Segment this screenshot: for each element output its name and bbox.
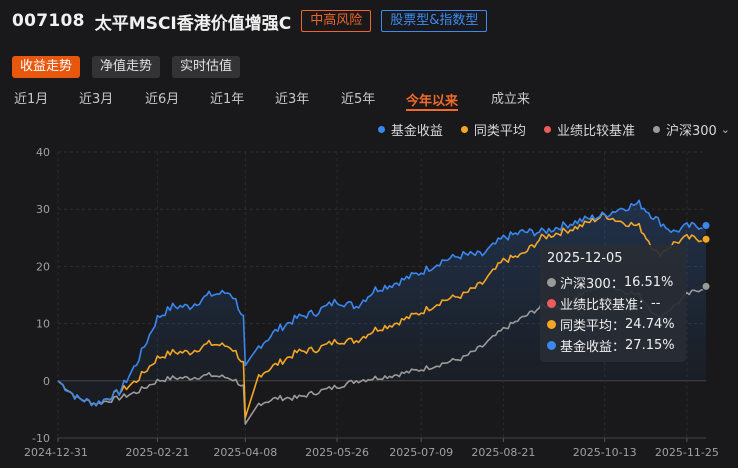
- y-tick-label: 30: [36, 203, 50, 216]
- fund-return-end-point: [701, 221, 711, 231]
- period-tab-3y[interactable]: 近3年: [275, 90, 341, 112]
- fund-title-row: 007108 太平MSCI香港价值增强C 中高风险 股票型&指数型: [12, 8, 497, 34]
- tooltip-label: 业绩比较基准: [560, 298, 639, 313]
- period-tab-5y[interactable]: 近5年: [341, 90, 406, 112]
- legend-dot: [377, 126, 385, 133]
- csi300-end-point: [701, 281, 711, 291]
- fund-code: 007108: [12, 11, 85, 31]
- x-tick-label: 2025-07-09: [389, 446, 453, 459]
- x-tick-label: 2025-05-26: [305, 446, 369, 459]
- period-tab-ytd[interactable]: 今年以来: [406, 94, 458, 109]
- tooltip-dot: [547, 320, 556, 329]
- legend-label: 基金收益: [390, 124, 443, 139]
- tab-returns-trend[interactable]: 收益走势: [12, 56, 81, 78]
- tooltip-row-category-average: 同类平均： 24.74%: [547, 314, 678, 335]
- period-tabs: 近1月 近3月 近6月 近1年 近3年 近5年 今年以来 成立来: [14, 90, 530, 112]
- period-tab-1m[interactable]: 近1月: [14, 90, 79, 112]
- x-tick-label: 2025-10-13: [573, 446, 637, 459]
- y-tick-label: 10: [36, 318, 50, 331]
- legend-label: 业绩比较基准: [556, 124, 635, 139]
- tooltip-sep: ：: [612, 340, 626, 355]
- tooltip-value: 24.74%: [625, 317, 675, 332]
- tab-realtime-estimate[interactable]: 实时估值: [172, 56, 241, 78]
- tooltip-label: 沪深300: [560, 277, 611, 292]
- tooltip-label: 同类平均: [560, 319, 613, 334]
- tab-nav-trend[interactable]: 净值走势: [92, 56, 161, 78]
- y-tick-label: 0: [43, 375, 50, 388]
- tooltip-value: 27.15%: [625, 338, 675, 353]
- x-tick-label: 2025-08-21: [471, 446, 535, 459]
- tooltip-sep: ：: [610, 277, 624, 292]
- legend-dot: [652, 126, 660, 133]
- x-tick-label: 2025-04-08: [213, 446, 277, 459]
- y-tick-label: -10: [32, 432, 50, 445]
- legend-label: 同类平均: [473, 124, 526, 139]
- legend-dot: [543, 126, 551, 133]
- tooltip-label: 基金收益: [560, 340, 613, 355]
- x-tick-label: 2025-11-25: [655, 446, 719, 459]
- chart-legend: 基金收益 同类平均 业绩比较基准 沪深300 ⌄: [360, 120, 730, 139]
- chart-tooltip: 2025-12-05 沪深300： 16.51% 业绩比较基准： -- 同类平均： 2…: [540, 245, 686, 362]
- risk-level-badge: 中高风险: [301, 10, 372, 32]
- period-tab-1y[interactable]: 近1年: [210, 90, 275, 112]
- period-tab-ytd-wrap: 今年以来: [406, 90, 491, 112]
- legend-dot: [460, 126, 468, 133]
- view-tabs: 收益走势 净值走势 实时估值: [12, 56, 252, 78]
- legend-item-category-average[interactable]: 同类平均: [460, 120, 526, 139]
- tooltip-dot: [547, 278, 556, 287]
- tooltip-dot: [547, 341, 556, 350]
- y-tick-label: 40: [36, 146, 50, 159]
- legend-label: 沪深300: [665, 124, 717, 139]
- y-tick-label: 20: [36, 260, 50, 273]
- tooltip-sep: ：: [612, 319, 626, 334]
- period-tab-since-inception[interactable]: 成立来: [491, 90, 530, 112]
- tooltip-dot: [547, 299, 556, 308]
- x-tick-label: 2024-12-31: [24, 446, 88, 459]
- fund-type-badge: 股票型&指数型: [381, 10, 488, 32]
- legend-item-fund-return[interactable]: 基金收益: [377, 120, 443, 139]
- tooltip-value: --: [651, 296, 661, 311]
- tooltip-date: 2025-12-05: [547, 251, 623, 266]
- period-tab-3m[interactable]: 近3月: [79, 90, 145, 112]
- tooltip-row-benchmark: 业绩比较基准： --: [547, 293, 678, 314]
- legend-item-csi300[interactable]: 沪深300 ⌄: [652, 120, 730, 139]
- legend-item-benchmark[interactable]: 业绩比较基准: [543, 120, 635, 139]
- x-tick-label: 2025-02-21: [125, 446, 189, 459]
- tooltip-sep: ：: [638, 298, 652, 313]
- period-tab-6m[interactable]: 近6月: [145, 90, 210, 112]
- tooltip-row-fund-return: 基金收益： 27.15%: [547, 335, 678, 356]
- category-average-end-point: [701, 234, 711, 244]
- tooltip-value: 16.51%: [623, 275, 674, 290]
- fund-name: 太平MSCI香港价值增强C: [94, 13, 292, 34]
- tooltip-row-csi300: 沪深300： 16.51%: [547, 272, 678, 293]
- chevron-down-icon[interactable]: ⌄: [721, 123, 730, 136]
